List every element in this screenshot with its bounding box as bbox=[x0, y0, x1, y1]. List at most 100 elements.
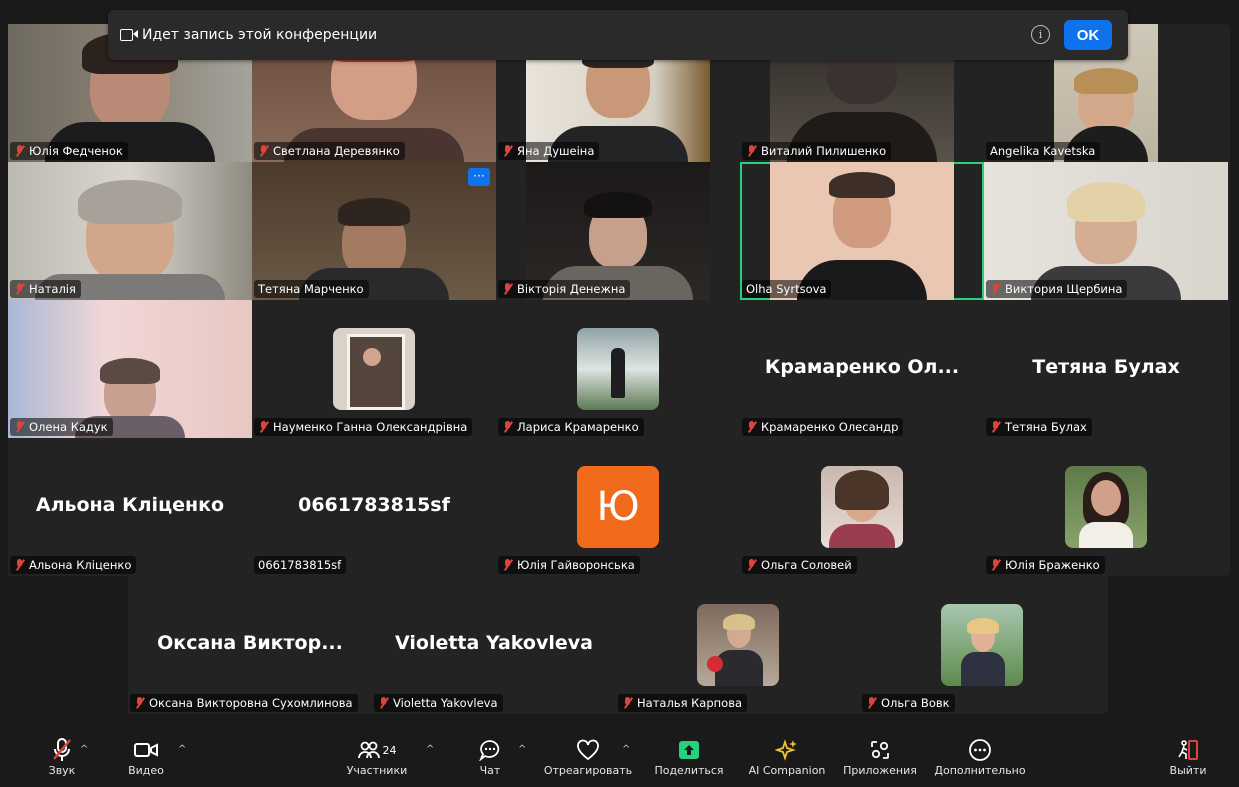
participant-name: Олена Кадук bbox=[10, 418, 113, 436]
share-screen-button[interactable]: Поделиться bbox=[648, 736, 730, 777]
mic-muted-icon bbox=[866, 697, 877, 709]
participant-tile[interactable]: Оксана Виктор... Оксана Викторовна Сухом… bbox=[128, 576, 372, 714]
recording-banner: Идет запись этой конференции i OK bbox=[108, 10, 1128, 60]
avatar bbox=[577, 328, 659, 410]
recording-message: Идет запись этой конференции bbox=[142, 27, 378, 43]
participant-tile[interactable]: 0661783815sf 0661783815sf bbox=[252, 438, 496, 576]
participant-tile[interactable]: Ольга Вовк bbox=[860, 576, 1104, 714]
participants-button[interactable]: 24 Участники bbox=[340, 736, 414, 777]
video-options-caret[interactable]: ^ bbox=[178, 744, 186, 755]
participant-name: Юлія Гайворонська bbox=[498, 556, 640, 574]
participants-label: Участники bbox=[346, 764, 408, 777]
mic-muted-icon bbox=[258, 145, 269, 157]
participant-name: Olha Syrtsova bbox=[742, 280, 832, 298]
leave-label: Выйти bbox=[1169, 764, 1207, 777]
video-grid: Юлія Федченок Светлана Деревянко Яна Душ… bbox=[8, 24, 1230, 576]
mic-muted-icon bbox=[134, 697, 145, 709]
participant-name: Юлія Браженко bbox=[986, 556, 1105, 574]
react-label: Отреагировать bbox=[543, 764, 633, 777]
participant-tile[interactable]: Виктория Щербина bbox=[984, 162, 1228, 300]
mic-muted-icon bbox=[622, 697, 633, 709]
chat-options-caret[interactable]: ^ bbox=[518, 744, 526, 755]
participant-tile[interactable]: Violetta Yakovleva Violetta Yakovleva bbox=[372, 576, 616, 714]
participant-display-name: Оксана Виктор... bbox=[157, 631, 343, 654]
video-label: Видео bbox=[128, 764, 164, 777]
participant-tile[interactable]: Вікторія Денежна bbox=[496, 162, 740, 300]
participant-name: Науменко Ганна Олександрівна bbox=[254, 418, 473, 436]
participant-name: Вікторія Денежна bbox=[498, 280, 631, 298]
mic-muted-icon bbox=[746, 421, 757, 433]
mic-muted-icon bbox=[14, 559, 25, 571]
participant-tile[interactable]: Ольга Соловей bbox=[740, 438, 984, 576]
participant-tile[interactable]: Лариса Крамаренко bbox=[496, 300, 740, 438]
participant-name: Angelika Kavetska bbox=[986, 142, 1101, 160]
participant-name: Ольга Вовк bbox=[862, 694, 955, 712]
participants-icon bbox=[357, 740, 380, 760]
participant-tile[interactable]: Альона Кліценко Альона Кліценко bbox=[8, 438, 252, 576]
participant-tile[interactable]: Крамаренко Ол... Крамаренко Олесандр bbox=[740, 300, 984, 438]
react-options-caret[interactable]: ^ bbox=[622, 744, 630, 755]
participant-tile[interactable]: Ю Юлія Гайворонська bbox=[496, 438, 740, 576]
avatar bbox=[697, 604, 779, 686]
participants-count: 24 bbox=[382, 743, 397, 757]
mic-muted-icon bbox=[990, 283, 1001, 295]
participant-tile[interactable]: Олена Кадук bbox=[8, 300, 252, 438]
mic-muted-icon bbox=[14, 421, 25, 433]
participant-name: Виктория Щербина bbox=[986, 280, 1128, 298]
participant-tile[interactable]: Тетяна Булах Тетяна Булах bbox=[984, 300, 1228, 438]
participant-display-name: 0661783815sf bbox=[298, 493, 450, 516]
audio-button[interactable]: Звук bbox=[42, 736, 82, 777]
participant-display-name: Альона Кліценко bbox=[35, 493, 225, 516]
recording-icon bbox=[120, 28, 138, 42]
mic-muted-icon bbox=[502, 421, 513, 433]
participant-name: Крамаренко Олесандр bbox=[742, 418, 904, 436]
ai-companion-button[interactable]: AI Companion bbox=[742, 736, 832, 777]
audio-label: Звук bbox=[48, 764, 76, 777]
participant-name: Юлія Федченок bbox=[10, 142, 128, 160]
chat-label: Чат bbox=[479, 764, 501, 777]
apps-label: Приложения bbox=[843, 764, 917, 777]
video-button[interactable]: Видео bbox=[124, 736, 168, 777]
react-button[interactable]: Отреагировать bbox=[538, 736, 638, 777]
ok-button[interactable]: OK bbox=[1064, 20, 1112, 50]
participant-display-name: Крамаренко Ол... bbox=[764, 355, 960, 378]
participant-tile[interactable]: ··· Тетяна Марченко bbox=[252, 162, 496, 300]
leave-button[interactable]: Выйти bbox=[1166, 736, 1210, 777]
leave-icon bbox=[1166, 736, 1210, 764]
share-label: Поделиться bbox=[654, 764, 724, 777]
participant-tile[interactable]: Наталія bbox=[8, 162, 252, 300]
participant-tile[interactable]: Юлія Браженко bbox=[984, 438, 1228, 576]
meeting-toolbar: Звук ^ Видео ^ 24 Участники ^ Чат ^ Отре… bbox=[0, 722, 1239, 787]
info-icon[interactable]: i bbox=[1031, 25, 1050, 44]
more-options-button[interactable]: ··· bbox=[468, 168, 490, 186]
apps-button[interactable]: Приложения bbox=[838, 736, 922, 777]
more-icon bbox=[930, 736, 1030, 764]
participant-name: Альона Кліценко bbox=[10, 556, 137, 574]
participant-name: Виталий Пилишенко bbox=[742, 142, 892, 160]
audio-options-caret[interactable]: ^ bbox=[80, 744, 88, 755]
chat-button[interactable]: Чат bbox=[470, 736, 510, 777]
share-screen-icon bbox=[648, 736, 730, 764]
mic-muted-icon bbox=[502, 283, 513, 295]
avatar bbox=[1065, 466, 1147, 548]
mic-muted-icon bbox=[746, 559, 757, 571]
mic-muted-icon bbox=[14, 283, 25, 295]
participants-options-caret[interactable]: ^ bbox=[426, 744, 434, 755]
participant-name: Тетяна Марченко bbox=[254, 280, 369, 298]
participant-display-name: Violetta Yakovleva bbox=[395, 631, 593, 654]
active-speaker-tile[interactable]: Olha Syrtsova bbox=[740, 162, 984, 300]
participant-tile[interactable]: Науменко Ганна Олександрівна bbox=[252, 300, 496, 438]
avatar-initial: Ю bbox=[577, 466, 659, 548]
participant-name: Тетяна Булах bbox=[986, 418, 1092, 436]
participant-tile[interactable]: Наталья Карпова bbox=[616, 576, 860, 714]
participant-name: Светлана Деревянко bbox=[254, 142, 405, 160]
ai-companion-label: AI Companion bbox=[748, 764, 826, 777]
participant-name: Яна Душеіна bbox=[498, 142, 600, 160]
more-button[interactable]: Дополнительно bbox=[930, 736, 1030, 777]
mic-muted-icon bbox=[378, 697, 389, 709]
participant-name: 0661783815sf bbox=[254, 556, 347, 574]
meeting-stage: Юлія Федченок Светлана Деревянко Яна Душ… bbox=[0, 0, 1239, 787]
avatar bbox=[821, 466, 903, 548]
apps-icon bbox=[838, 736, 922, 764]
mic-muted-icon bbox=[990, 559, 1001, 571]
